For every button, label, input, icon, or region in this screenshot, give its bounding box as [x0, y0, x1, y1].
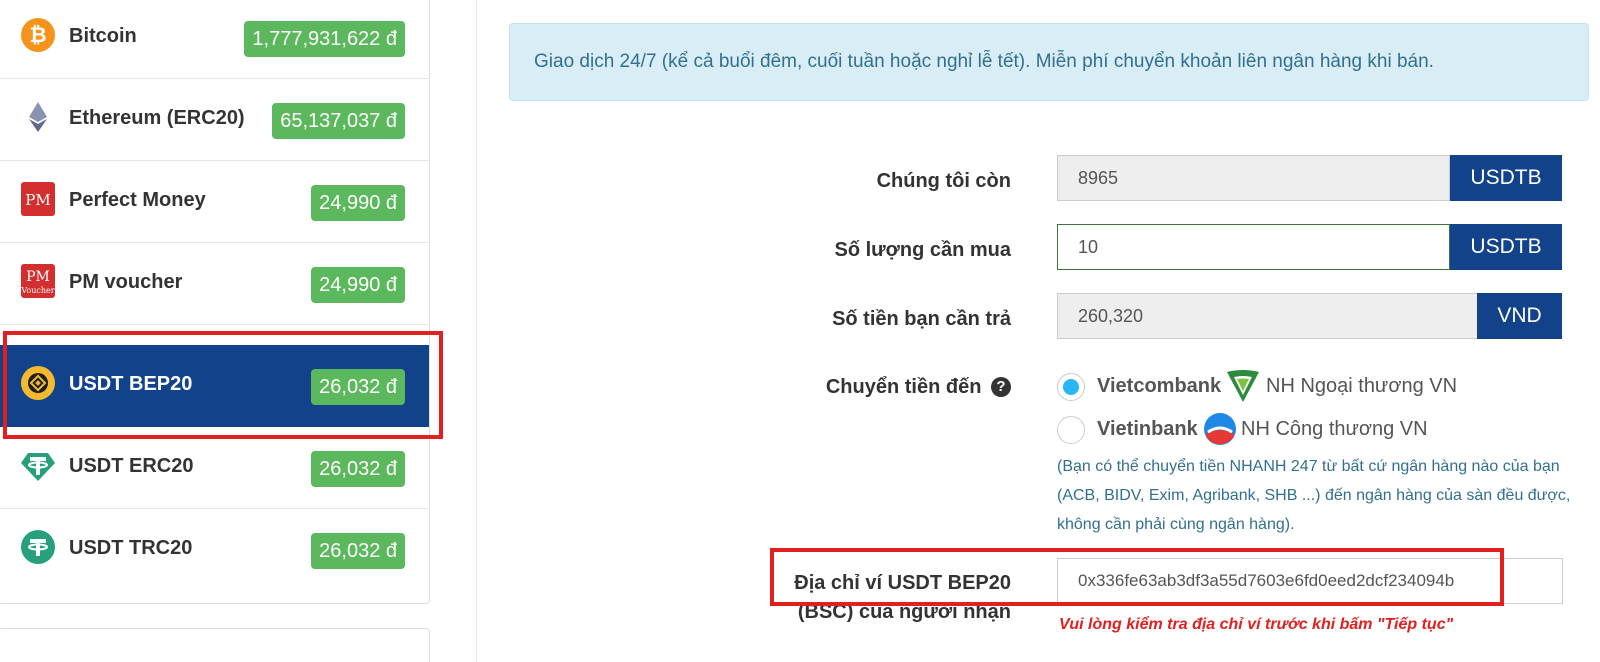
coin-list-panel: ₿ Bitcoin 1,777,931,622 đ Ethereum (ERC2… — [0, 0, 430, 604]
radio-vietcombank[interactable] — [1057, 373, 1085, 401]
quantity-input[interactable]: 10 — [1057, 224, 1450, 270]
tether-icon — [21, 530, 55, 564]
coin-row-usdt-erc20[interactable]: USDT ERC20 26,032 đ — [0, 427, 429, 509]
coin-name: PM voucher — [69, 271, 183, 293]
bank-name: Vietcombank — [1097, 375, 1222, 397]
coin-name: USDT BEP20 — [69, 373, 193, 395]
bnb-icon — [21, 366, 55, 400]
help-icon[interactable]: ? — [991, 377, 1011, 397]
svg-text:PM: PM — [25, 191, 50, 209]
perfect-money-icon: PM — [21, 182, 55, 216]
coin-name: USDT ERC20 — [69, 455, 194, 477]
price-badge: 26,032 đ — [311, 533, 405, 569]
coin-name: USDT TRC20 — [69, 537, 193, 559]
bank-name: Vietinbank — [1097, 418, 1198, 440]
coin-name: Ethereum (ERC20) — [69, 107, 245, 129]
price-badge: 65,137,037 đ — [272, 103, 405, 139]
price-badge: 24,990 đ — [311, 267, 405, 303]
svg-text:Voucher: Voucher — [21, 286, 55, 295]
secondary-panel — [0, 628, 430, 662]
price-badge: 1,777,931,622 đ — [244, 21, 405, 57]
coin-name: Bitcoin — [69, 25, 137, 47]
coin-name: Perfect Money — [69, 189, 206, 211]
quantity-value: 10 — [1078, 237, 1099, 257]
tether-icon — [21, 453, 55, 481]
amount-field: 260,320 — [1057, 293, 1478, 339]
radio-vietinbank[interactable] — [1057, 416, 1085, 444]
transfer-label: Chuyển tiền đến ? — [826, 376, 1011, 399]
vietcombank-logo-icon — [1227, 370, 1259, 402]
price-badge: 26,032 đ — [311, 451, 405, 487]
price-badge: 24,990 đ — [311, 185, 405, 221]
stock-value: 8965 — [1078, 168, 1119, 188]
quantity-label: Số lượng cần mua — [834, 239, 1011, 261]
stock-field: 8965 — [1057, 155, 1450, 201]
coin-row-perfect-money[interactable]: PM Perfect Money 24,990 đ — [0, 161, 429, 243]
amount-value: 260,320 — [1078, 306, 1144, 326]
coin-row-usdt-bep20[interactable]: USDT BEP20 26,032 đ — [0, 345, 429, 427]
coin-row-bitcoin[interactable]: ₿ Bitcoin 1,777,931,622 đ — [0, 0, 429, 79]
quantity-unit: USDTB — [1450, 224, 1562, 270]
price-badge: 26,032 đ — [311, 369, 405, 405]
coin-row-pm-voucher[interactable]: PM Voucher PM voucher 24,990 đ — [0, 243, 429, 325]
coin-row-usdt-trc20[interactable]: USDT TRC20 26,032 đ — [0, 509, 429, 591]
stock-label: Chúng tôi còn — [876, 170, 1011, 192]
bank-option-vietcombank[interactable]: Vietcombank NH Ngoại thương VN — [1057, 370, 1458, 403]
bank-option-vietinbank[interactable]: Vietinbank NH Công thương VN — [1057, 413, 1457, 446]
wallet-label-line1: Địa chỉ ví USDT BEP20 — [794, 572, 1011, 594]
ethereum-icon — [29, 102, 47, 132]
wallet-address-value: 0x336fe63ab3df3a55d7603e6fd0eed2dcf23409… — [1078, 571, 1455, 590]
amount-unit: VND — [1477, 293, 1562, 339]
pm-voucher-icon: PM Voucher — [21, 264, 55, 298]
column-divider — [476, 0, 477, 662]
svg-text:₿: ₿ — [29, 23, 46, 47]
amount-label: Số tiền bạn cần trả — [832, 308, 1011, 330]
coin-row-ethereum[interactable]: Ethereum (ERC20) 65,137,037 đ — [0, 79, 429, 161]
wallet-address-input[interactable]: 0x336fe63ab3df3a55d7603e6fd0eed2dcf23409… — [1057, 558, 1563, 604]
vietinbank-logo-icon — [1204, 413, 1236, 445]
transfer-label-text: Chuyển tiền đến — [825, 376, 982, 398]
wallet-label-line2: (BSC) của người nhận — [797, 601, 1011, 623]
svg-text:PM: PM — [26, 269, 50, 285]
info-notice: Giao dịch 24/7 (kể cả buổi đêm, cuối tuầ… — [509, 23, 1589, 101]
bitcoin-icon: ₿ — [21, 18, 55, 52]
stock-unit: USDTB — [1450, 155, 1562, 201]
bank-desc: NH Ngoại thương VN — [1266, 375, 1458, 397]
transfer-hint: (Bạn có thể chuyển tiền NHANH 247 từ bất… — [1057, 458, 1571, 533]
wallet-warning: Vui lòng kiểm tra địa chỉ ví trước khi b… — [1059, 616, 1454, 633]
bank-desc: NH Công thương VN — [1241, 418, 1428, 440]
